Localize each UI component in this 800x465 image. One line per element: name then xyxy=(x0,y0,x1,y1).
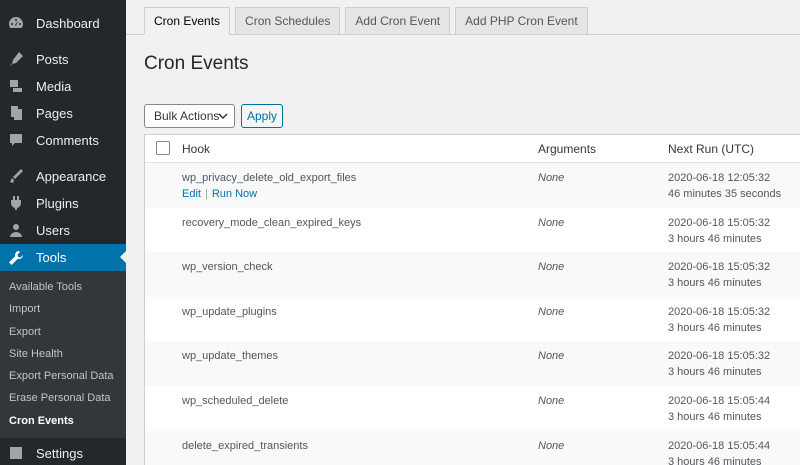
hook-arguments: None xyxy=(538,394,565,407)
hook-name: recovery_mode_clean_expired_keys xyxy=(182,216,362,229)
column-arguments: Arguments xyxy=(538,141,597,156)
submenu-cron-events[interactable]: Cron Events xyxy=(0,410,126,432)
row-actions: Edit | Run Now xyxy=(182,188,257,200)
menu-tools-label: Tools xyxy=(36,250,67,265)
menu-tools[interactable]: Tools xyxy=(0,244,126,271)
bulk-actions-select[interactable]: Bulk Actions xyxy=(144,104,235,128)
next-run-date: 2020-06-18 12:05:32 xyxy=(668,172,771,184)
table-row: delete_expired_transients None 2020-06-1… xyxy=(145,430,800,465)
posts-icon xyxy=(8,51,24,67)
next-run-date: 2020-06-18 15:05:32 xyxy=(668,216,771,229)
hook-arguments: None xyxy=(538,172,565,184)
menu-posts-label: Posts xyxy=(36,51,69,67)
next-run-relative: 46 minutes 35 seconds xyxy=(668,188,782,200)
hook-arguments: None xyxy=(538,350,565,363)
tools-icon xyxy=(8,250,24,266)
table-header: Hook Arguments Next Run (UTC) xyxy=(145,135,800,163)
hook-name: wp_version_check xyxy=(182,261,273,274)
menu-comments[interactable]: Comments xyxy=(0,127,126,153)
table-row: wp_scheduled_delete None 2020-06-18 15:0… xyxy=(145,386,800,431)
next-run-date: 2020-06-18 15:05:32 xyxy=(668,261,771,274)
menu-appearance[interactable]: Appearance xyxy=(0,163,126,189)
main-content: Cron Events Cron Schedules Add Cron Even… xyxy=(126,0,800,465)
hook-arguments: None xyxy=(538,216,565,229)
menu-media-label: Media xyxy=(36,78,72,94)
menu-posts[interactable]: Posts xyxy=(0,46,126,72)
next-run-relative: 3 hours 46 minutes xyxy=(668,232,762,245)
table-row: wp_privacy_delete_old_export_files Edit … xyxy=(145,163,800,208)
plugins-icon xyxy=(8,195,24,211)
submenu-import[interactable]: Import xyxy=(0,298,126,320)
next-run-relative: 3 hours 46 minutes xyxy=(668,321,762,334)
submenu-export-personal-data[interactable]: Export Personal Data xyxy=(0,365,126,387)
next-run-date: 2020-06-18 15:05:44 xyxy=(668,439,771,452)
column-next-run[interactable]: Next Run (UTC) xyxy=(668,142,754,156)
appearance-icon xyxy=(8,168,24,184)
hook-name: wp_scheduled_delete xyxy=(182,394,289,407)
tools-submenu: Available Tools Import Export Site Healt… xyxy=(0,271,126,439)
hook-arguments: None xyxy=(538,439,565,452)
row-action-separator: | xyxy=(204,188,208,200)
menu-appearance-label: Appearance xyxy=(36,168,107,184)
submenu-erase-personal-data[interactable]: Erase Personal Data xyxy=(0,387,126,409)
media-icon xyxy=(8,78,24,94)
hook-name: delete_expired_transients xyxy=(182,439,308,452)
menu-settings[interactable]: Settings xyxy=(0,440,126,465)
submenu-site-health[interactable]: Site Health xyxy=(0,343,126,365)
menu-users-label: Users xyxy=(36,222,70,238)
next-run-relative: 3 hours 46 minutes xyxy=(668,277,762,290)
table-row: recovery_mode_clean_expired_keys None 20… xyxy=(145,208,800,253)
settings-icon xyxy=(8,445,24,461)
hook-arguments: None xyxy=(538,261,565,274)
column-hook[interactable]: Hook xyxy=(182,142,210,156)
table-row: wp_version_check None 2020-06-18 15:05:3… xyxy=(145,252,800,297)
menu-dashboard-label: Dashboard xyxy=(36,15,100,31)
hook-arguments: None xyxy=(538,305,565,318)
menu-users[interactable]: Users xyxy=(0,217,126,243)
menu-plugins-label: Plugins xyxy=(36,195,79,211)
users-icon xyxy=(8,222,24,238)
menu-comments-label: Comments xyxy=(36,132,99,148)
select-all-checkbox[interactable] xyxy=(156,141,170,155)
apply-button[interactable]: Apply xyxy=(241,104,283,128)
cron-events-table: Hook Arguments Next Run (UTC) wp_privacy… xyxy=(144,134,800,465)
page-title: Cron Events xyxy=(144,53,249,74)
next-run-date: 2020-06-18 15:05:32 xyxy=(668,305,771,318)
tab-add-php-cron-event[interactable]: Add PHP Cron Event xyxy=(455,7,588,35)
edit-link[interactable]: Edit xyxy=(182,188,201,200)
pages-icon xyxy=(8,105,24,121)
menu-pages[interactable]: Pages xyxy=(0,100,126,126)
menu-media[interactable]: Media xyxy=(0,73,126,99)
submenu-available-tools[interactable]: Available Tools xyxy=(0,276,126,298)
bulk-actions-label: Bulk Actions xyxy=(154,109,220,123)
tab-cron-events[interactable]: Cron Events xyxy=(144,7,231,35)
nav-tabs: Cron Events Cron Schedules Add Cron Even… xyxy=(144,7,588,35)
next-run-relative: 3 hours 46 minutes xyxy=(668,366,762,379)
table-row: wp_update_themes None 2020-06-18 15:05:3… xyxy=(145,341,800,386)
hook-name: wp_update_plugins xyxy=(182,305,277,318)
next-run-relative: 3 hours 46 minutes xyxy=(668,410,762,423)
menu-dashboard[interactable]: Dashboard xyxy=(0,10,126,36)
comments-icon xyxy=(8,132,24,148)
menu-settings-label: Settings xyxy=(36,445,83,461)
tab-cron-schedules[interactable]: Cron Schedules xyxy=(235,7,341,35)
next-run-date: 2020-06-18 15:05:44 xyxy=(668,394,771,407)
submenu-export[interactable]: Export xyxy=(0,321,126,343)
next-run-relative: 3 hours 46 minutes xyxy=(668,455,762,465)
menu-plugins[interactable]: Plugins xyxy=(0,190,126,216)
run-now-link[interactable]: Run Now xyxy=(212,188,257,200)
hook-name: wp_privacy_delete_old_export_files xyxy=(182,172,357,184)
hook-name: wp_update_themes xyxy=(182,350,279,363)
admin-sidebar: Dashboard Posts Media Pages Comments App… xyxy=(0,0,126,465)
dashboard-icon xyxy=(8,15,24,31)
next-run-date: 2020-06-18 15:05:32 xyxy=(668,350,771,363)
table-row: wp_update_plugins None 2020-06-18 15:05:… xyxy=(145,297,800,342)
chevron-down-icon xyxy=(218,113,228,120)
tab-add-cron-event[interactable]: Add Cron Event xyxy=(345,7,451,35)
menu-pages-label: Pages xyxy=(36,105,73,121)
